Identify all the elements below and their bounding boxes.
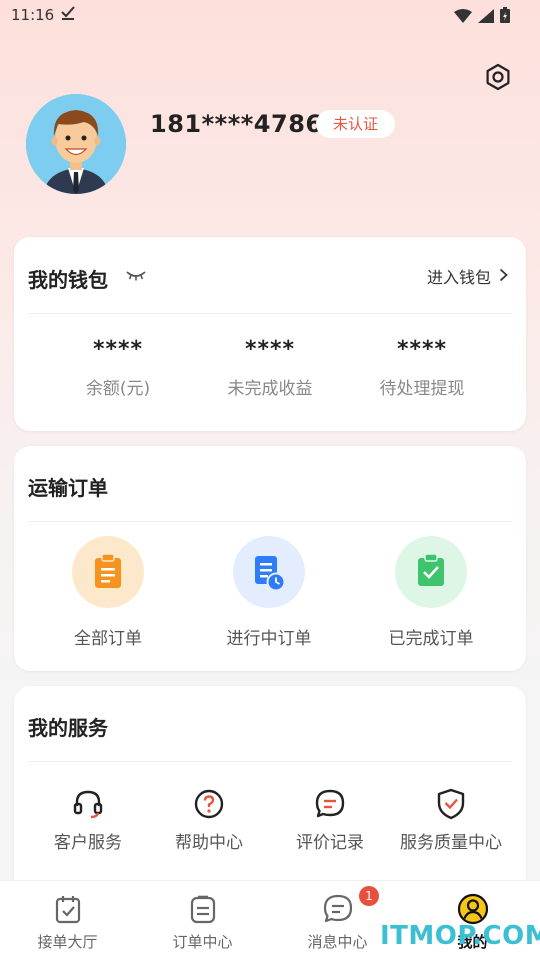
order-label: 进行中订单: [226, 629, 312, 649]
wifi-icon: [454, 8, 472, 27]
battery-icon: [500, 7, 510, 27]
clipboard-check-icon: [395, 536, 467, 608]
checkmark-icon: [60, 4, 76, 24]
service-label: 服务质量中心: [400, 833, 502, 853]
wallet-card: 我的钱包 进入钱包 **** 余额(元) **** 未完成收益 **** 待处理…: [14, 237, 526, 431]
stat-value: ****: [92, 337, 144, 362]
tab-order-hall[interactable]: 接单大厅: [0, 893, 135, 952]
signal-icon: [478, 8, 494, 27]
service-label: 客户服务: [54, 833, 122, 853]
review-records-button[interactable]: 评价记录: [266, 787, 394, 853]
eye-closed-icon[interactable]: [126, 267, 146, 286]
orders-divider: [28, 521, 512, 522]
chevron-right-icon: [499, 267, 508, 286]
orders-title: 运输订单: [28, 476, 108, 500]
completed-orders-button[interactable]: 已完成订单: [351, 536, 511, 649]
status-time: 11:16: [11, 6, 55, 24]
all-orders-button[interactable]: 全部订单: [28, 536, 188, 649]
avatar[interactable]: [26, 94, 126, 194]
stat-value: ****: [244, 337, 296, 362]
tab-order-center[interactable]: 订单中心: [135, 893, 270, 952]
chat-bubble-icon: [313, 787, 347, 821]
help-center-button[interactable]: 帮助中心: [145, 787, 273, 853]
transport-orders-card: 运输订单 全部订单 进行中订单 已完成订单: [14, 446, 526, 671]
stat-label: 待处理提现: [379, 379, 465, 399]
wallet-divider: [28, 313, 512, 314]
phone-number: 181****4786: [150, 110, 323, 138]
service-label: 评价记录: [296, 833, 364, 853]
tab-label: 订单中心: [172, 933, 233, 951]
watermark-text: ITMOP.COM: [380, 921, 540, 951]
service-quality-center-button[interactable]: 服务质量中心: [387, 787, 515, 853]
list-tab-icon: [187, 893, 219, 925]
services-title: 我的服务: [28, 716, 108, 740]
tab-label: 接单大厅: [37, 933, 98, 951]
wallet-title: 我的钱包: [28, 268, 108, 292]
headset-icon: [71, 787, 105, 821]
certification-badge[interactable]: 未认证: [316, 110, 395, 138]
stat-label: 未完成收益: [227, 379, 313, 399]
message-tab-icon: [322, 893, 354, 925]
question-circle-icon: [192, 787, 226, 821]
in-progress-orders-button[interactable]: 进行中订单: [189, 536, 349, 649]
clipboard-icon: [72, 536, 144, 608]
enter-wallet-label: 进入钱包: [426, 268, 491, 287]
status-bar: 11:16: [0, 0, 540, 32]
wallet-stat-pending-income[interactable]: **** 未完成收益: [194, 337, 346, 399]
stat-value: ****: [396, 337, 448, 362]
order-label: 全部订单: [74, 629, 142, 649]
document-clock-icon: [233, 536, 305, 608]
customer-service-button[interactable]: 客户服务: [24, 787, 152, 853]
stat-label: 余额(元): [85, 379, 151, 399]
service-label: 帮助中心: [175, 833, 243, 853]
services-divider: [28, 761, 512, 762]
wallet-stat-balance[interactable]: **** 余额(元): [42, 337, 194, 399]
order-label: 已完成订单: [388, 629, 474, 649]
shield-check-icon: [434, 787, 468, 821]
my-services-card: 我的服务 客户服务 帮助中心 评价记录 服务质量中心: [14, 686, 526, 896]
wallet-stat-pending-withdrawal[interactable]: **** 待处理提现: [346, 337, 498, 399]
settings-icon[interactable]: [483, 62, 513, 92]
unread-count-badge: 1: [359, 886, 379, 906]
clipboard-check-tab-icon: [52, 893, 84, 925]
enter-wallet-link[interactable]: 进入钱包: [427, 264, 508, 288]
